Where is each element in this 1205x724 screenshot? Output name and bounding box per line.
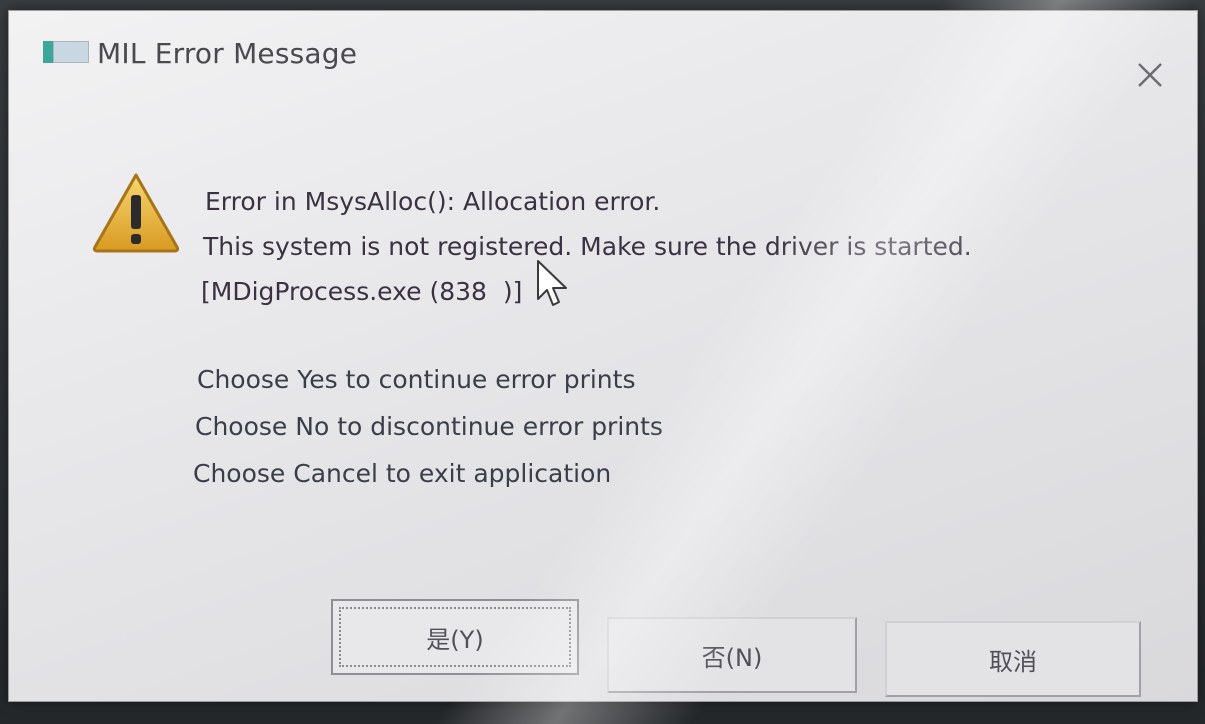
message-line: This system is not registered. Make sure… bbox=[203, 232, 972, 261]
yes-button[interactable]: 是(Y) bbox=[331, 599, 579, 675]
no-button-label: 否(N) bbox=[701, 643, 763, 672]
title-bar[interactable]: MIL Error Message bbox=[9, 11, 1197, 91]
cancel-button[interactable]: 取消 bbox=[885, 621, 1141, 697]
error-message: Error in MsysAlloc(): Allocation error. … bbox=[201, 179, 1135, 314]
no-button[interactable]: 否(N) bbox=[607, 617, 857, 693]
screen: MIL Error Message Error in MsysAlloc(): … bbox=[0, 0, 1205, 724]
cancel-button-label: 取消 bbox=[989, 647, 1037, 676]
choice-line: Choose Yes to continue error prints bbox=[197, 365, 636, 394]
warning-icon bbox=[92, 173, 180, 253]
app-icon bbox=[43, 41, 89, 63]
yes-button-label: 是(Y) bbox=[426, 625, 484, 654]
choice-instructions: Choose Yes to continue error prints Choo… bbox=[193, 356, 663, 497]
message-line: Error in MsysAlloc(): Allocation error. bbox=[205, 187, 661, 216]
error-dialog: MIL Error Message Error in MsysAlloc(): … bbox=[8, 10, 1198, 702]
close-button[interactable] bbox=[1127, 55, 1173, 95]
choice-line: Choose Cancel to exit application bbox=[193, 459, 612, 488]
mouse-cursor-icon bbox=[537, 260, 567, 306]
choice-line: Choose No to discontinue error prints bbox=[195, 412, 663, 441]
dialog-title: MIL Error Message bbox=[97, 37, 358, 70]
close-icon bbox=[1138, 63, 1162, 87]
message-line: [MDigProcess.exe (838 )] bbox=[201, 277, 523, 306]
